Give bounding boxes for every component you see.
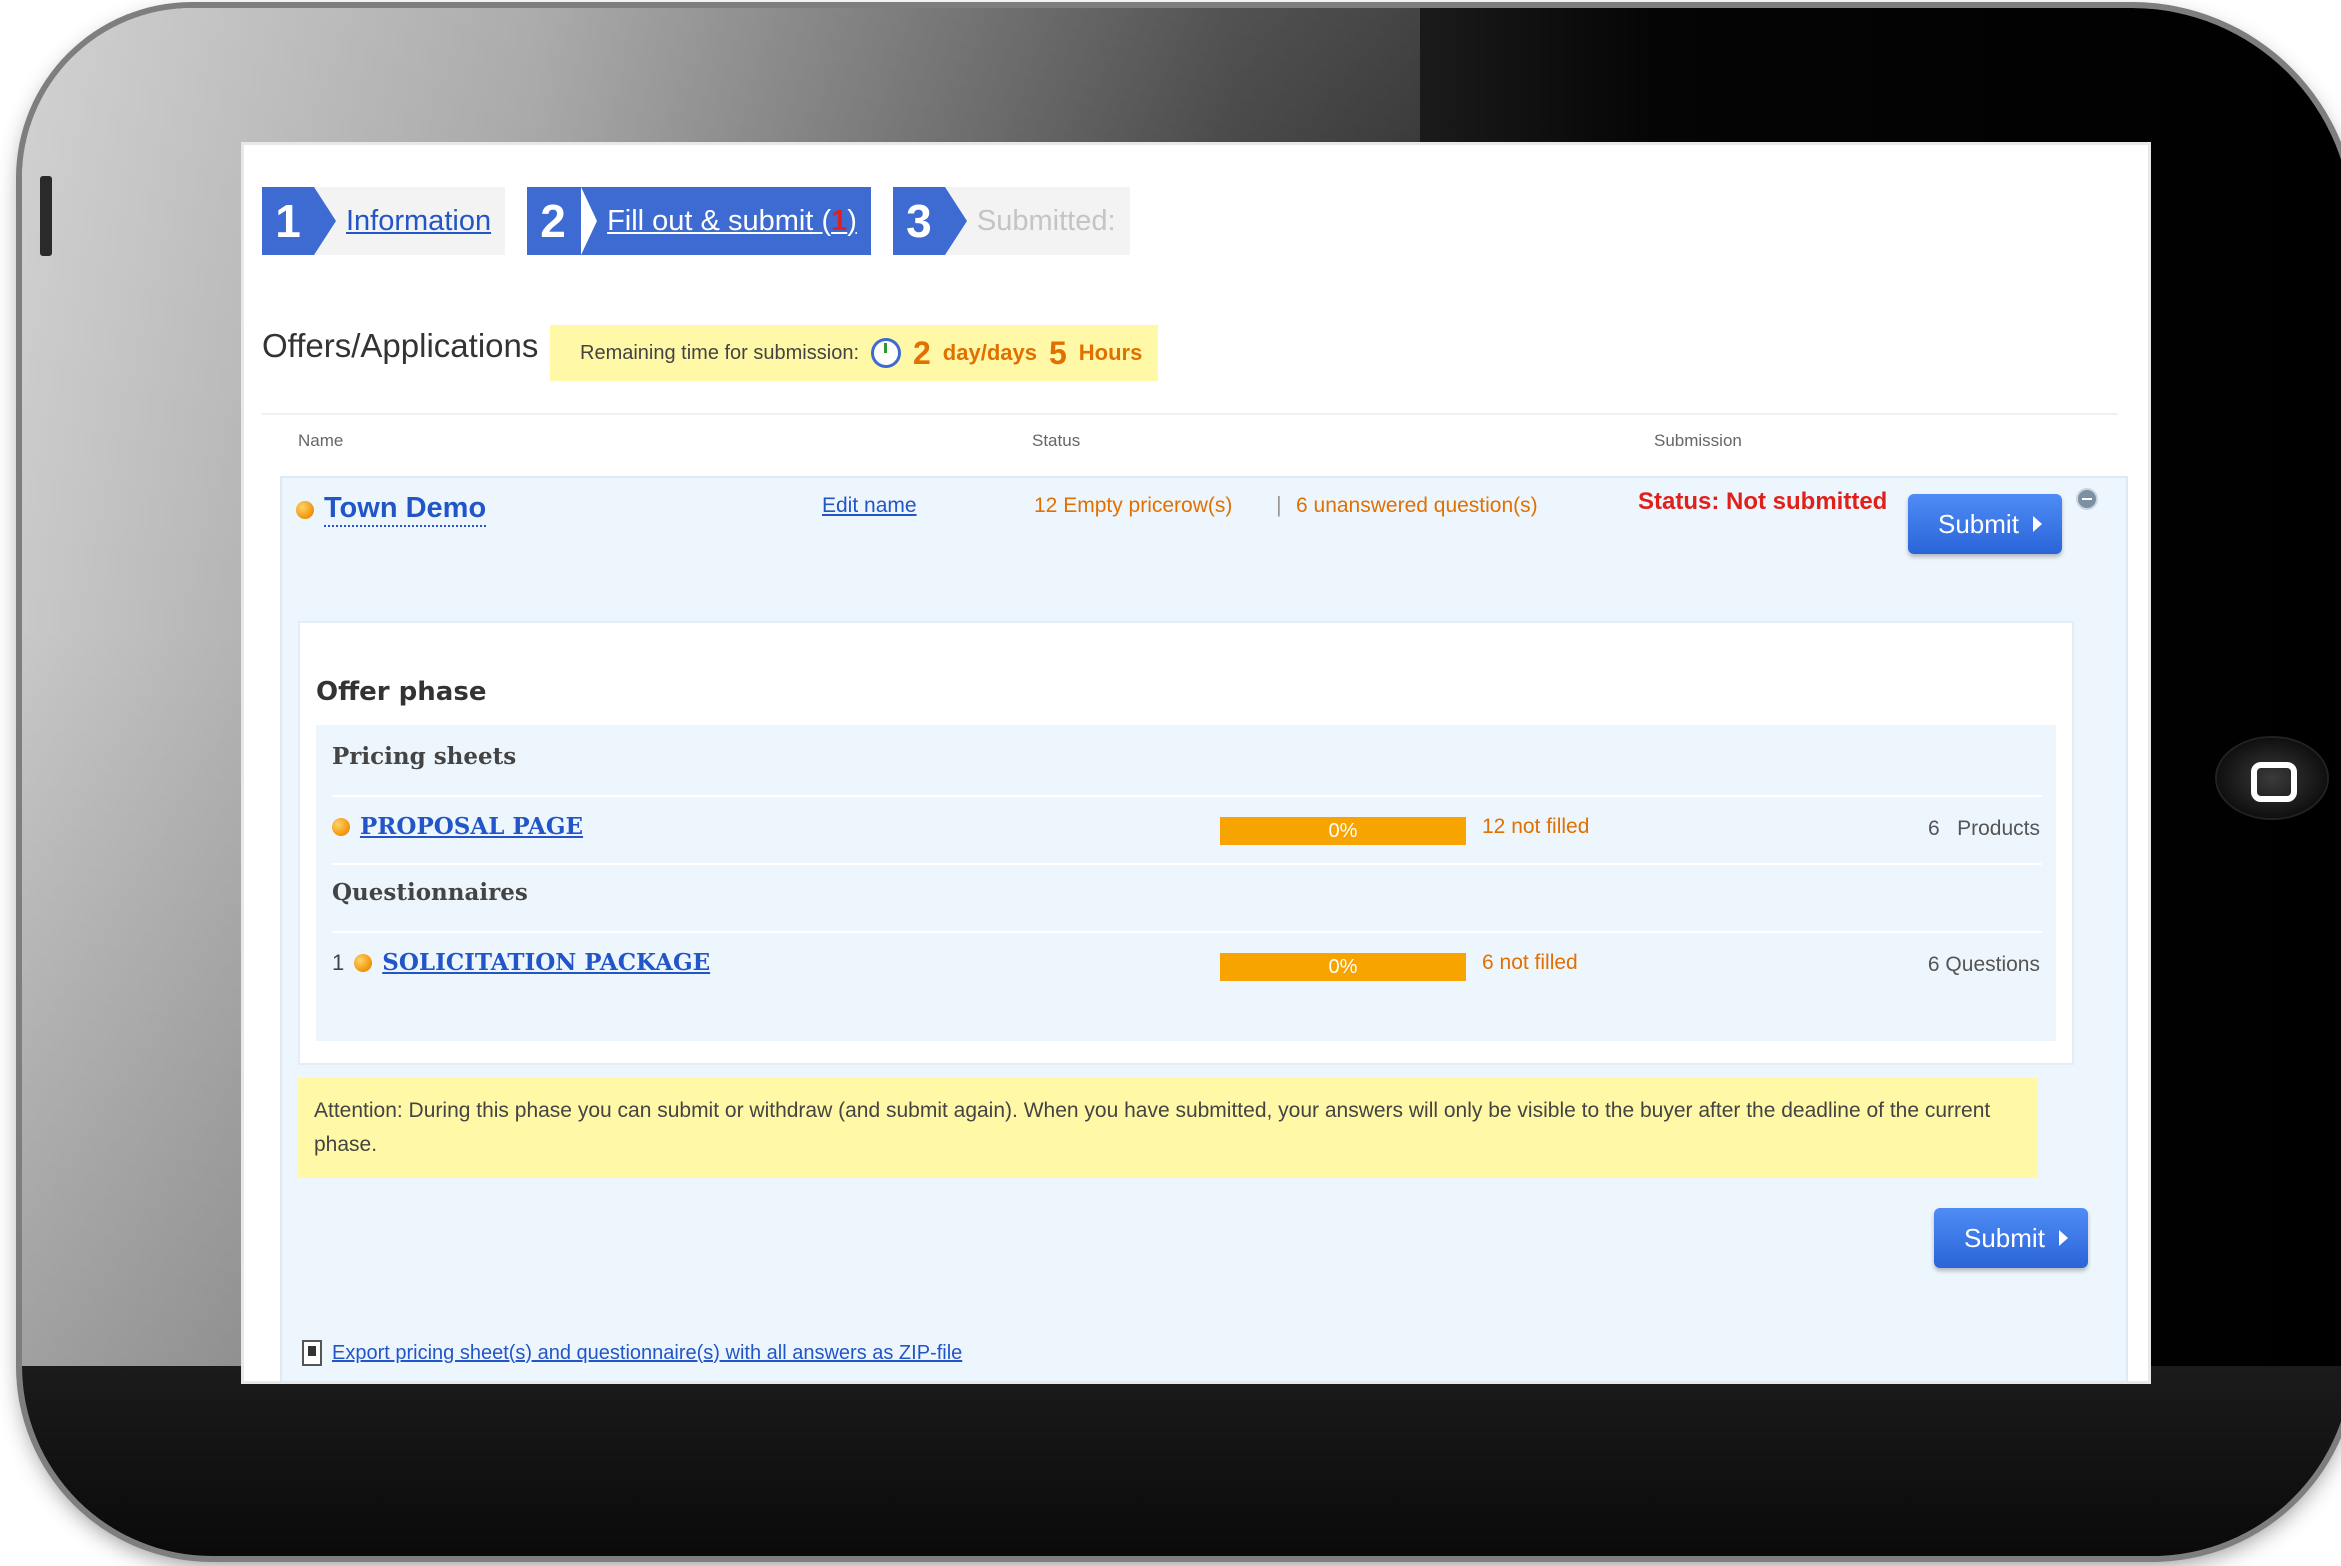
remaining-days-unit: day/days — [942, 340, 1037, 365]
questionnaires-title: Questionnaires — [332, 879, 528, 906]
step-arrow-icon — [314, 187, 336, 255]
questionnaire-progress-bar: 0% — [1220, 953, 1466, 981]
step-badge: 1 — [831, 204, 848, 237]
offer-row: Town Demo Edit name 12 Empty pricerow(s)… — [280, 476, 2128, 1381]
table-header: Name Status Submission — [262, 413, 2118, 459]
step-number: 3 — [892, 187, 945, 255]
tablet-side-button — [40, 176, 52, 256]
step-label: Submitted: — [966, 187, 1130, 255]
status-separator: | — [1276, 492, 1282, 517]
remaining-label: Remaining time for submission: — [580, 341, 859, 364]
attention-notice: Attention: During this phase you can sub… — [298, 1078, 2038, 1178]
submit-button[interactable]: Submit — [1908, 494, 2062, 554]
play-arrow-icon — [2058, 1230, 2068, 1246]
step-label[interactable]: Fill out & submit (1) — [597, 187, 871, 255]
app-screen: 1 Information 2 Fill out & submit (1) 3 … — [244, 145, 2148, 1381]
step-gap — [871, 187, 893, 255]
pricing-not-filled: 12 not filled — [1482, 815, 1590, 838]
offer-name: Town Demo — [296, 492, 487, 527]
column-header-status: Status — [1032, 431, 1081, 450]
pricing-sheet-item: PROPOSAL PAGE — [332, 813, 583, 840]
step-label[interactable]: Information — [336, 187, 506, 255]
collapse-icon[interactable] — [2076, 488, 2098, 510]
remaining-time-banner: Remaining time for submission: 2 day/day… — [550, 325, 1159, 381]
remaining-hours-unit: Hours — [1078, 340, 1143, 365]
phase-title: Offer phase — [316, 677, 487, 707]
step-submitted: 3 Submitted: — [892, 187, 1130, 255]
submit-label: Submit — [1964, 1222, 2045, 1253]
divider — [332, 863, 2042, 865]
step-fill-out-submit[interactable]: 2 Fill out & submit (1) — [527, 187, 871, 255]
solicitation-package-link[interactable]: SOLICITATION PACKAGE — [382, 949, 710, 976]
step-information[interactable]: 1 Information — [262, 187, 506, 255]
empty-pricerows-status: 12 Empty pricerow(s) — [1034, 494, 1233, 517]
page-title: Offers/Applications — [262, 327, 539, 364]
step-divider — [581, 187, 598, 255]
export-zip-link[interactable]: Export pricing sheet(s) and questionnair… — [332, 1342, 962, 1365]
unanswered-questions-status: 6 unanswered question(s) — [1296, 494, 1538, 517]
divider — [332, 795, 2042, 797]
offer-phase-panel: Offer phase Pricing sheets PROPOSAL PAGE… — [298, 621, 2074, 1065]
play-arrow-icon — [2032, 516, 2042, 532]
step-gap — [505, 187, 527, 255]
export-zip: Export pricing sheet(s) and questionnair… — [302, 1340, 962, 1366]
submission-status: Status: Not submitted — [1638, 488, 1888, 515]
questionnaire-not-filled: 6 not filled — [1482, 951, 1578, 974]
pricing-progress-bar: 0% — [1220, 817, 1466, 845]
status-dot-icon — [332, 817, 350, 836]
badge-open: ( — [821, 204, 832, 237]
step-number: 2 — [527, 187, 580, 255]
step-arrow-icon — [944, 187, 967, 255]
status-dot-icon — [354, 953, 373, 972]
status-dot-icon — [296, 500, 314, 519]
remaining-hours: 5 — [1048, 334, 1067, 371]
badge-close: ) — [847, 204, 857, 237]
pricing-products-count: 6 Products — [1927, 817, 2040, 840]
questionnaire-questions-count: 6 Questions — [1927, 953, 2040, 976]
offer-name-link[interactable]: Town Demo — [324, 492, 487, 527]
proposal-page-link[interactable]: PROPOSAL PAGE — [360, 813, 583, 840]
step-number: 1 — [262, 187, 314, 255]
pricing-sheets-title: Pricing sheets — [332, 743, 517, 770]
column-header-name: Name — [298, 431, 344, 450]
step-navigation: 1 Information 2 Fill out & submit (1) 3 … — [262, 187, 1130, 255]
questionnaire-item: 1 SOLICITATION PACKAGE — [332, 949, 710, 976]
submit-label: Submit — [1938, 508, 2019, 539]
edit-name-link[interactable]: Edit name — [822, 494, 917, 518]
divider — [332, 931, 2042, 933]
home-button-icon — [2217, 738, 2327, 818]
step-label-text: Fill out & submit — [607, 204, 814, 237]
column-header-submission: Submission — [1654, 431, 1742, 450]
zip-file-icon — [302, 1340, 322, 1366]
clock-icon — [871, 338, 901, 368]
tablet-bezel-bottom — [22, 1366, 2341, 1556]
submit-button-bottom[interactable]: Submit — [1934, 1208, 2088, 1268]
remaining-days: 2 — [913, 334, 931, 371]
phase-content: Pricing sheets PROPOSAL PAGE 0% 12 not f… — [316, 725, 2056, 1041]
questionnaire-index: 1 — [332, 949, 345, 975]
